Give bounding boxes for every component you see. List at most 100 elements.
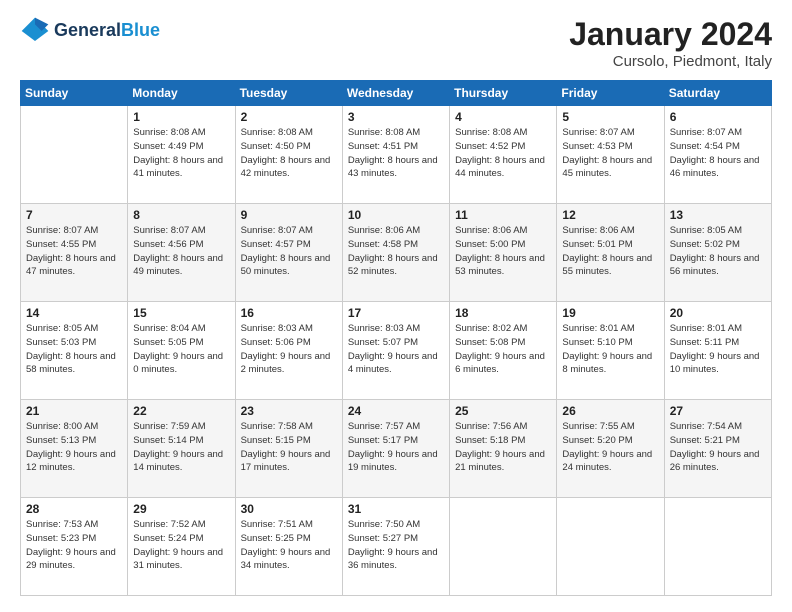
day-number: 16: [241, 306, 337, 320]
day-info: Sunrise: 8:02 AMSunset: 5:08 PMDaylight:…: [455, 322, 551, 377]
day-info: Sunrise: 8:07 AMSunset: 4:53 PMDaylight:…: [562, 126, 658, 181]
calendar-cell: 3 Sunrise: 8:08 AMSunset: 4:51 PMDayligh…: [342, 106, 449, 204]
calendar-cell: 20 Sunrise: 8:01 AMSunset: 5:11 PMDaylig…: [664, 302, 771, 400]
weekday-header-wednesday: Wednesday: [342, 81, 449, 106]
calendar-cell: 5 Sunrise: 8:07 AMSunset: 4:53 PMDayligh…: [557, 106, 664, 204]
day-number: 28: [26, 502, 122, 516]
day-number: 31: [348, 502, 444, 516]
day-info: Sunrise: 7:50 AMSunset: 5:27 PMDaylight:…: [348, 518, 444, 573]
day-info: Sunrise: 8:07 AMSunset: 4:54 PMDaylight:…: [670, 126, 766, 181]
day-info: Sunrise: 8:04 AMSunset: 5:05 PMDaylight:…: [133, 322, 229, 377]
day-number: 4: [455, 110, 551, 124]
day-number: 2: [241, 110, 337, 124]
day-number: 21: [26, 404, 122, 418]
calendar-cell: 14 Sunrise: 8:05 AMSunset: 5:03 PMDaylig…: [21, 302, 128, 400]
page: GeneralBlue January 2024 Cursolo, Piedmo…: [0, 0, 792, 612]
day-number: 17: [348, 306, 444, 320]
day-info: Sunrise: 8:03 AMSunset: 5:07 PMDaylight:…: [348, 322, 444, 377]
day-number: 7: [26, 208, 122, 222]
calendar-cell: 29 Sunrise: 7:52 AMSunset: 5:24 PMDaylig…: [128, 498, 235, 596]
day-number: 10: [348, 208, 444, 222]
day-number: 19: [562, 306, 658, 320]
day-number: 27: [670, 404, 766, 418]
calendar-cell: [557, 498, 664, 596]
day-info: Sunrise: 8:08 AMSunset: 4:50 PMDaylight:…: [241, 126, 337, 181]
day-info: Sunrise: 8:07 AMSunset: 4:57 PMDaylight:…: [241, 224, 337, 279]
calendar-cell: 15 Sunrise: 8:04 AMSunset: 5:05 PMDaylig…: [128, 302, 235, 400]
weekday-header-friday: Friday: [557, 81, 664, 106]
day-number: 22: [133, 404, 229, 418]
calendar-cell: [21, 106, 128, 204]
calendar-cell: 24 Sunrise: 7:57 AMSunset: 5:17 PMDaylig…: [342, 400, 449, 498]
day-number: 5: [562, 110, 658, 124]
calendar-cell: 4 Sunrise: 8:08 AMSunset: 4:52 PMDayligh…: [450, 106, 557, 204]
day-number: 15: [133, 306, 229, 320]
day-info: Sunrise: 8:08 AMSunset: 4:51 PMDaylight:…: [348, 126, 444, 181]
day-info: Sunrise: 8:05 AMSunset: 5:02 PMDaylight:…: [670, 224, 766, 279]
day-info: Sunrise: 7:56 AMSunset: 5:18 PMDaylight:…: [455, 420, 551, 475]
calendar-cell: 31 Sunrise: 7:50 AMSunset: 5:27 PMDaylig…: [342, 498, 449, 596]
calendar-cell: 27 Sunrise: 7:54 AMSunset: 5:21 PMDaylig…: [664, 400, 771, 498]
calendar-cell: 28 Sunrise: 7:53 AMSunset: 5:23 PMDaylig…: [21, 498, 128, 596]
main-title: January 2024: [569, 16, 772, 53]
calendar-cell: 9 Sunrise: 8:07 AMSunset: 4:57 PMDayligh…: [235, 204, 342, 302]
day-info: Sunrise: 7:52 AMSunset: 5:24 PMDaylight:…: [133, 518, 229, 573]
day-info: Sunrise: 8:06 AMSunset: 5:00 PMDaylight:…: [455, 224, 551, 279]
day-number: 20: [670, 306, 766, 320]
day-number: 30: [241, 502, 337, 516]
header: GeneralBlue January 2024 Cursolo, Piedmo…: [20, 16, 772, 70]
day-number: 6: [670, 110, 766, 124]
calendar-cell: 1 Sunrise: 8:08 AMSunset: 4:49 PMDayligh…: [128, 106, 235, 204]
day-number: 23: [241, 404, 337, 418]
calendar-cell: 11 Sunrise: 8:06 AMSunset: 5:00 PMDaylig…: [450, 204, 557, 302]
calendar-cell: 7 Sunrise: 8:07 AMSunset: 4:55 PMDayligh…: [21, 204, 128, 302]
calendar-cell: 18 Sunrise: 8:02 AMSunset: 5:08 PMDaylig…: [450, 302, 557, 400]
day-info: Sunrise: 8:08 AMSunset: 4:49 PMDaylight:…: [133, 126, 229, 181]
calendar-cell: 22 Sunrise: 7:59 AMSunset: 5:14 PMDaylig…: [128, 400, 235, 498]
calendar-cell: [450, 498, 557, 596]
title-block: January 2024 Cursolo, Piedmont, Italy: [569, 16, 772, 70]
day-number: 13: [670, 208, 766, 222]
day-number: 25: [455, 404, 551, 418]
day-number: 26: [562, 404, 658, 418]
day-info: Sunrise: 8:07 AMSunset: 4:56 PMDaylight:…: [133, 224, 229, 279]
calendar-cell: 25 Sunrise: 7:56 AMSunset: 5:18 PMDaylig…: [450, 400, 557, 498]
calendar-cell: 21 Sunrise: 8:00 AMSunset: 5:13 PMDaylig…: [21, 400, 128, 498]
day-number: 18: [455, 306, 551, 320]
day-info: Sunrise: 8:08 AMSunset: 4:52 PMDaylight:…: [455, 126, 551, 181]
day-number: 9: [241, 208, 337, 222]
weekday-header-saturday: Saturday: [664, 81, 771, 106]
calendar-cell: 19 Sunrise: 8:01 AMSunset: 5:10 PMDaylig…: [557, 302, 664, 400]
day-number: 8: [133, 208, 229, 222]
day-number: 29: [133, 502, 229, 516]
day-info: Sunrise: 8:06 AMSunset: 4:58 PMDaylight:…: [348, 224, 444, 279]
day-info: Sunrise: 8:06 AMSunset: 5:01 PMDaylight:…: [562, 224, 658, 279]
calendar-cell: 23 Sunrise: 7:58 AMSunset: 5:15 PMDaylig…: [235, 400, 342, 498]
calendar-cell: 16 Sunrise: 8:03 AMSunset: 5:06 PMDaylig…: [235, 302, 342, 400]
logo: GeneralBlue: [20, 16, 160, 46]
calendar-cell: 12 Sunrise: 8:06 AMSunset: 5:01 PMDaylig…: [557, 204, 664, 302]
weekday-header-sunday: Sunday: [21, 81, 128, 106]
calendar-cell: 10 Sunrise: 8:06 AMSunset: 4:58 PMDaylig…: [342, 204, 449, 302]
day-number: 1: [133, 110, 229, 124]
weekday-header-tuesday: Tuesday: [235, 81, 342, 106]
day-info: Sunrise: 8:01 AMSunset: 5:10 PMDaylight:…: [562, 322, 658, 377]
calendar-cell: 2 Sunrise: 8:08 AMSunset: 4:50 PMDayligh…: [235, 106, 342, 204]
day-info: Sunrise: 7:55 AMSunset: 5:20 PMDaylight:…: [562, 420, 658, 475]
day-info: Sunrise: 8:00 AMSunset: 5:13 PMDaylight:…: [26, 420, 122, 475]
calendar-cell: 30 Sunrise: 7:51 AMSunset: 5:25 PMDaylig…: [235, 498, 342, 596]
calendar-cell: [664, 498, 771, 596]
calendar-cell: 17 Sunrise: 8:03 AMSunset: 5:07 PMDaylig…: [342, 302, 449, 400]
day-info: Sunrise: 7:51 AMSunset: 5:25 PMDaylight:…: [241, 518, 337, 573]
logo-icon: [20, 16, 50, 46]
calendar-cell: 26 Sunrise: 7:55 AMSunset: 5:20 PMDaylig…: [557, 400, 664, 498]
day-info: Sunrise: 8:05 AMSunset: 5:03 PMDaylight:…: [26, 322, 122, 377]
day-info: Sunrise: 8:07 AMSunset: 4:55 PMDaylight:…: [26, 224, 122, 279]
calendar-cell: 6 Sunrise: 8:07 AMSunset: 4:54 PMDayligh…: [664, 106, 771, 204]
weekday-header-monday: Monday: [128, 81, 235, 106]
logo-text: GeneralBlue: [54, 21, 160, 41]
day-info: Sunrise: 8:01 AMSunset: 5:11 PMDaylight:…: [670, 322, 766, 377]
weekday-header-thursday: Thursday: [450, 81, 557, 106]
day-number: 3: [348, 110, 444, 124]
day-info: Sunrise: 8:03 AMSunset: 5:06 PMDaylight:…: [241, 322, 337, 377]
